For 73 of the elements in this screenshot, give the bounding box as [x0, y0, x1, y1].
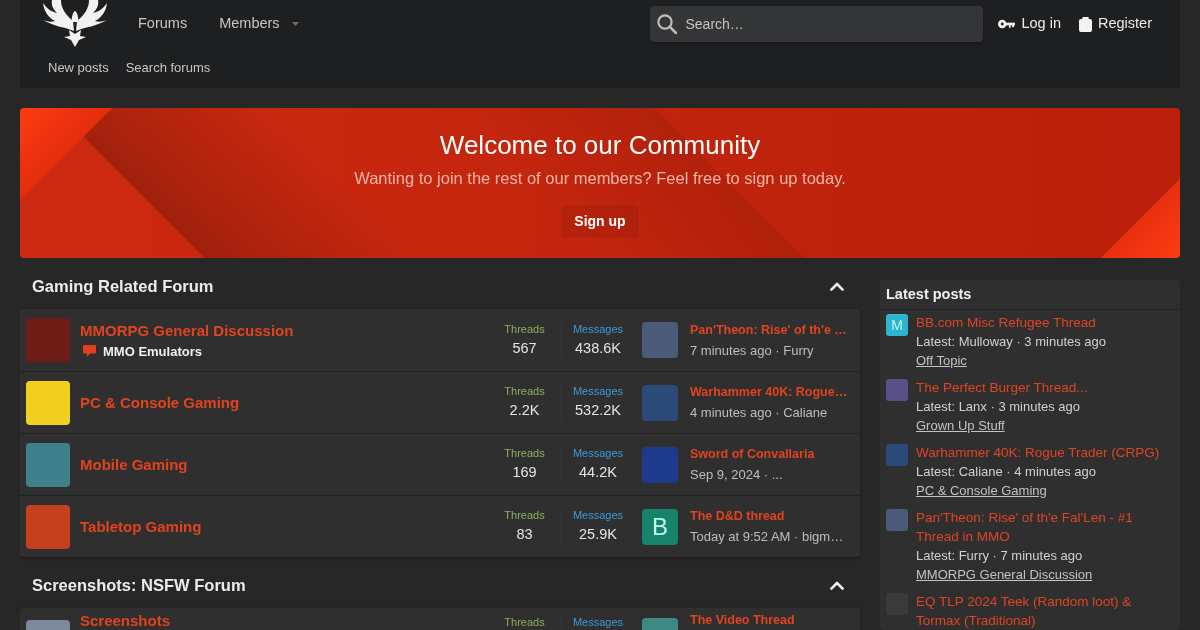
- key-icon: [998, 19, 1016, 29]
- forum-title-link[interactable]: Screenshots: [80, 611, 171, 630]
- last-post-meta: Today at 9:52 AM · bigm…: [690, 528, 844, 545]
- stat-value: 438.6K: [575, 338, 621, 358]
- nav-link[interactable]: Forums: [122, 4, 204, 44]
- thread-title-link[interactable]: Pan'Theon: Rise' of th'e Fal'Len - #1 Thread in MMO: [916, 508, 1174, 546]
- stat-label: Messages: [572, 322, 624, 336]
- stat-value: 567: [512, 338, 537, 358]
- stat-value: 25.9K: [579, 525, 617, 544]
- stat-label: Messages: [572, 447, 624, 460]
- stat-label: Threads: [504, 509, 545, 522]
- stat-value: 44.2K: [579, 463, 617, 482]
- bird-logo-icon[interactable]: [40, 0, 110, 47]
- chevron-up-icon[interactable]: [830, 281, 844, 291]
- caret-icon: [291, 22, 299, 26]
- last-post-link[interactable]: The Video Thread: [690, 612, 795, 629]
- post-meta: Latest: Mulloway · 3 minutes ago: [916, 333, 1107, 351]
- stat-label: Threads: [504, 385, 545, 398]
- stat-value: 83: [516, 525, 533, 544]
- post-meta: Latest: Furry · 7 minutes ago: [916, 547, 1083, 565]
- banner-title: Welcome to our Community: [439, 130, 761, 160]
- subnav-link[interactable]: New posts: [48, 58, 109, 78]
- search-icon: [657, 14, 678, 34]
- stat-label: Threads: [504, 447, 545, 460]
- forum-title-link[interactable]: Tabletop Gaming: [80, 517, 202, 536]
- last-post-link[interactable]: Warhammer 40K: Rogue…: [690, 384, 848, 401]
- nav-link[interactable]: Members: [203, 4, 315, 44]
- post-meta: Latest: Lanx · 3 minutes ago: [916, 398, 1081, 416]
- last-post-meta: Sep 9, 2024 · ...: [690, 466, 783, 483]
- forum-link[interactable]: MMORPG General Discussion: [916, 565, 1093, 584]
- banner-subtitle: Wanting to join the rest of our members? Feel free to sign up today.: [354, 169, 846, 188]
- subforum-link[interactable]: MMO Emulators: [103, 342, 202, 360]
- stat-value: 532.2K: [575, 401, 621, 420]
- stat-label: Messages: [572, 509, 624, 522]
- stat-label: Messages: [572, 385, 624, 398]
- stat-label: Messages: [572, 616, 624, 629]
- clipboard-icon: [1079, 16, 1092, 32]
- forum-title-link[interactable]: PC & Console Gaming: [80, 393, 240, 412]
- chat-bubble-icon: [83, 345, 96, 357]
- forum-thumbnail[interactable]: [26, 318, 70, 362]
- thread-title-link[interactable]: EQ TLP 2024 Teek (Random loot) & Tormax (Traditional): [916, 592, 1174, 630]
- stat-label: Threads: [504, 322, 545, 336]
- login-link[interactable]: Log in: [998, 13, 1061, 35]
- forum-title-link[interactable]: Mobile Gaming: [80, 455, 188, 474]
- last-post-meta: 7 minutes ago · Furry: [690, 341, 814, 359]
- category-title: Gaming Related Forum: [32, 275, 214, 297]
- register-link[interactable]: Register: [1079, 13, 1152, 35]
- category-title: Screenshots: NSFW Forum: [32, 574, 246, 596]
- forum-link[interactable]: PC & Console Gaming: [916, 481, 1047, 500]
- forum-thumbnail[interactable]: [26, 380, 70, 425]
- forum-title-link[interactable]: MMORPG General Discussion: [80, 320, 294, 340]
- stat-value: 2.2K: [509, 401, 540, 420]
- thread-title-link[interactable]: BB.com Misc Refugee Thread: [916, 313, 1096, 332]
- stat-label: Threads: [504, 616, 545, 629]
- chevron-up-icon[interactable]: [830, 580, 844, 590]
- subnav-link[interactable]: Search forums: [125, 58, 211, 78]
- stat-value: 169: [512, 463, 537, 482]
- panel-title: Latest posts: [886, 284, 972, 304]
- letter-avatar: M: [886, 314, 908, 336]
- signup-button[interactable]: Sign up: [561, 205, 639, 238]
- last-post-meta: 4 minutes ago · Caliane: [690, 404, 828, 421]
- forum-thumbnail[interactable]: [26, 442, 70, 487]
- thread-title-link[interactable]: Warhammer 40K: Rogue Trader (CRPG): [916, 443, 1160, 462]
- post-meta: Latest: Caliane · 4 minutes ago: [916, 463, 1096, 481]
- last-post-link[interactable]: Sword of Convallaria: [690, 446, 815, 463]
- forum-link[interactable]: Off Topic: [916, 351, 967, 370]
- letter-avatar: B: [642, 508, 678, 545]
- last-post-link[interactable]: The D&D thread: [690, 508, 785, 525]
- forum-thumbnail[interactable]: [26, 504, 70, 549]
- search-field[interactable]: Search…: [650, 6, 984, 42]
- last-post-link[interactable]: Pan'Theon: Rise' of th'e …: [690, 321, 847, 339]
- forum-link[interactable]: Grown Up Stuff: [916, 416, 1005, 435]
- thread-title-link[interactable]: The Perfect Burger Thread...: [916, 378, 1088, 397]
